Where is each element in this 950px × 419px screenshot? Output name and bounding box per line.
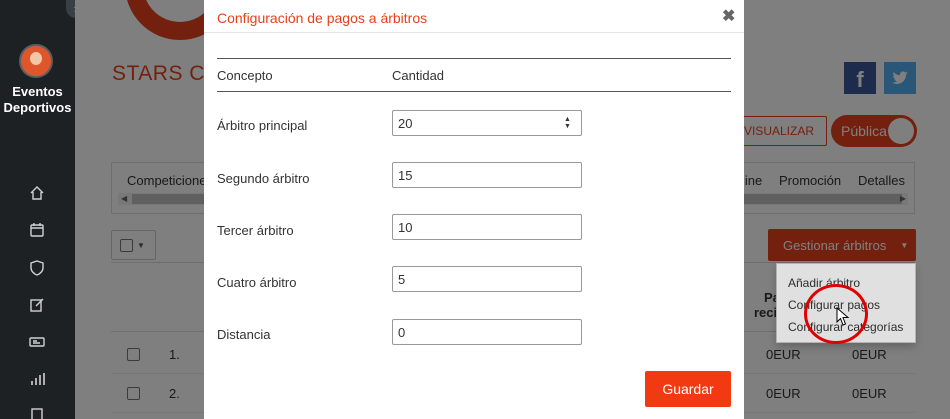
- payment-config-modal: Configuración de pagos a árbitros ✖ Conc…: [204, 0, 744, 419]
- header-rule-bottom: [217, 91, 731, 92]
- second-referee-input[interactable]: [392, 162, 582, 188]
- number-spinner-icon[interactable]: ▲ ▼: [564, 116, 571, 130]
- column-header-amount: Cantidad: [392, 68, 445, 83]
- header-rule-top: [217, 58, 731, 59]
- modal-divider: [204, 32, 744, 33]
- label-second-referee: Segundo árbitro: [217, 171, 310, 186]
- avatar[interactable]: [19, 44, 53, 78]
- distance-input[interactable]: [392, 319, 582, 345]
- label-distance: Distancia: [217, 327, 271, 342]
- building-icon[interactable]: [28, 406, 46, 419]
- modal-title: Configuración de pagos a árbitros: [217, 10, 428, 26]
- close-icon[interactable]: ✖: [722, 6, 735, 26]
- home-icon[interactable]: [28, 184, 46, 202]
- third-referee-input[interactable]: [392, 214, 582, 240]
- main-referee-input[interactable]: [392, 110, 582, 136]
- sidebar: Eventos Deportivos: [0, 0, 75, 419]
- bar-chart-icon[interactable]: [28, 370, 46, 388]
- label-fourth-referee: Cuatro árbitro: [217, 275, 297, 290]
- fourth-referee-input[interactable]: [392, 266, 582, 292]
- save-button[interactable]: Guardar: [645, 371, 731, 407]
- column-header-concept: Concepto: [217, 68, 273, 83]
- ticket-icon[interactable]: [28, 333, 46, 351]
- label-third-referee: Tercer árbitro: [217, 223, 294, 238]
- label-main-referee: Árbitro principal: [217, 118, 308, 133]
- cursor-icon: [836, 307, 850, 326]
- edit-icon[interactable]: [28, 296, 46, 314]
- brand-name: Eventos Deportivos: [3, 84, 72, 115]
- calendar-icon[interactable]: [28, 221, 46, 239]
- shield-icon[interactable]: [28, 259, 46, 277]
